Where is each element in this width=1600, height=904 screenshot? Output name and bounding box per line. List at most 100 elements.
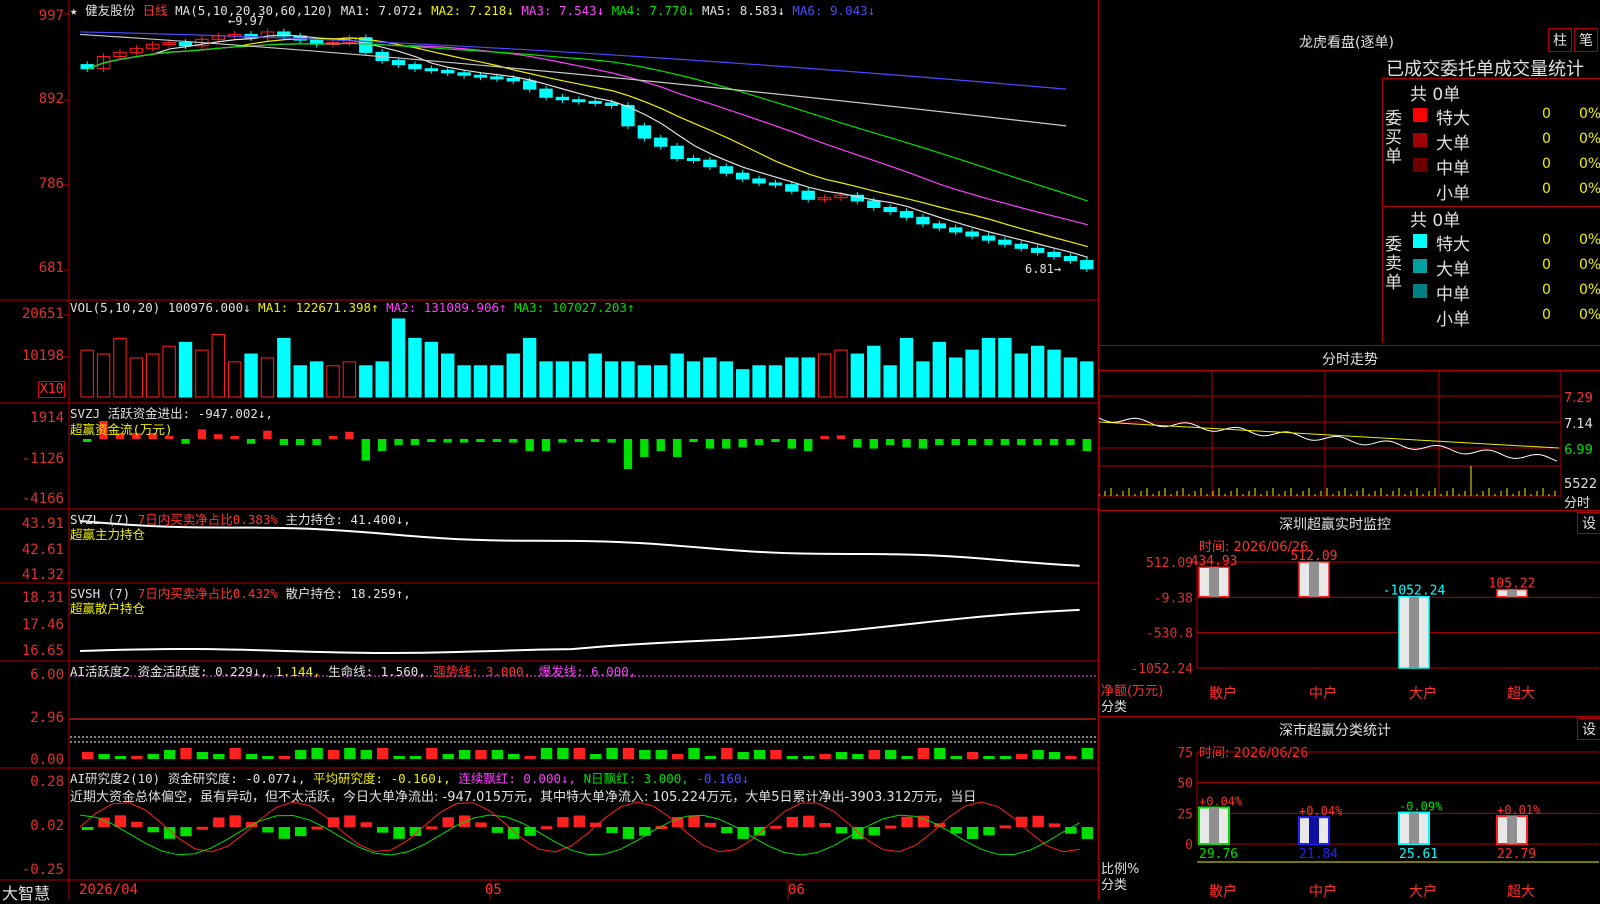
stat-bar-top: -0.09% bbox=[1399, 800, 1443, 814]
sell-color-swatch bbox=[1413, 309, 1427, 323]
svzj-bar bbox=[410, 439, 420, 445]
active-bar bbox=[360, 750, 372, 759]
candle bbox=[490, 76, 504, 80]
volume-bar bbox=[80, 349, 94, 398]
volume-bar bbox=[359, 365, 373, 398]
research-bar bbox=[753, 827, 766, 836]
ma3-label: MA3: 7.543↓ bbox=[521, 3, 605, 18]
ai-active-e: 爆发线: 6.000, bbox=[538, 664, 637, 679]
monitor-bar-label: 105.22 bbox=[1489, 577, 1536, 592]
candle bbox=[408, 64, 422, 70]
active-bar bbox=[1032, 750, 1044, 759]
volume-bar bbox=[195, 349, 209, 398]
sell-row-count: 0 bbox=[1542, 257, 1551, 273]
active-bar bbox=[131, 756, 143, 759]
volume-bar bbox=[768, 365, 783, 398]
volume-bar bbox=[686, 361, 701, 398]
svzj-bar bbox=[967, 439, 977, 445]
research-bar bbox=[606, 827, 618, 834]
research-bar bbox=[966, 827, 979, 839]
x-tick: 2026/04 bbox=[79, 882, 139, 898]
volume-bar bbox=[916, 361, 930, 398]
svzl-desc: 7日内买卖净占比0.383% bbox=[137, 512, 278, 527]
ma5-label: MA5: 8.583↓ bbox=[702, 3, 785, 18]
svzj-bar bbox=[427, 439, 436, 442]
volume-bar bbox=[621, 361, 635, 398]
vol-value: 100976.000↓ bbox=[167, 300, 251, 315]
volume-bar bbox=[113, 337, 127, 398]
volume-bar bbox=[867, 345, 881, 398]
svzj-bar bbox=[853, 439, 862, 448]
vol-unit-badge[interactable]: X10 bbox=[38, 381, 66, 398]
kline-area[interactable]: ★ 健友股份 日线 MA(5,10,20,30,60,120) MA1: 7.0… bbox=[0, 0, 1098, 903]
candle bbox=[506, 78, 520, 82]
active-bar bbox=[852, 754, 864, 759]
intraday-y: 分时 bbox=[1564, 496, 1591, 511]
research-bar bbox=[1081, 827, 1093, 839]
buy-color-swatch bbox=[1413, 133, 1427, 147]
research-bar bbox=[311, 826, 323, 830]
volume-bar bbox=[932, 341, 947, 398]
svzj-bar bbox=[443, 439, 452, 443]
volume-bar bbox=[670, 353, 684, 398]
research-bar bbox=[901, 816, 913, 827]
buy-row-percent: 0% bbox=[1579, 156, 1600, 172]
y-tick: 2.96 bbox=[30, 710, 64, 726]
period-label[interactable]: 日线 bbox=[143, 3, 168, 18]
volume-bar bbox=[96, 353, 111, 398]
volume-bar bbox=[572, 361, 586, 398]
svzj-bar bbox=[394, 439, 403, 445]
sell-row-name: 小单 bbox=[1436, 310, 1470, 330]
svzj-bar bbox=[591, 439, 600, 442]
volume-bar bbox=[981, 337, 996, 398]
active-bar bbox=[1081, 748, 1093, 759]
svzj-bar bbox=[885, 439, 895, 445]
volume-bar bbox=[883, 365, 897, 398]
svzj-bar bbox=[951, 439, 960, 445]
volume-bar bbox=[227, 361, 242, 398]
candle bbox=[703, 159, 717, 168]
ma-line bbox=[87, 42, 1088, 226]
research-bar bbox=[131, 821, 143, 827]
active-bar bbox=[868, 750, 880, 759]
monitor-chart[interactable]: 512.09-9.38-530.8-1052.24434.93 512.09-10… bbox=[1099, 510, 1600, 710]
research-bar bbox=[983, 827, 995, 836]
ma1-label: MA1: 7.072↓ bbox=[340, 3, 424, 18]
stat-chart[interactable]: 75 50 25 0 +0.04% 29.76 +0.04% 21.84 -0.09% 25.61… bbox=[1099, 716, 1600, 900]
research-bar bbox=[147, 827, 159, 833]
stat-bar-value: 21.84 bbox=[1299, 847, 1338, 862]
kline-chart[interactable] bbox=[0, 0, 1098, 900]
svzl-value: 主力持仓: 41.400↓, bbox=[285, 512, 411, 527]
research-bar bbox=[786, 816, 799, 827]
sell-row-count: 0 bbox=[1542, 282, 1551, 298]
intraday-chart[interactable] bbox=[1099, 370, 1600, 510]
volume-bar bbox=[211, 334, 225, 398]
tick-button[interactable]: 笔 bbox=[1574, 28, 1598, 52]
active-bar bbox=[999, 756, 1012, 759]
candle bbox=[473, 74, 488, 78]
volume-bar bbox=[506, 353, 520, 398]
stat-cls: 分类 bbox=[1101, 878, 1128, 893]
app-logo: 大智慧 bbox=[2, 884, 51, 903]
column-button[interactable]: 柱 bbox=[1548, 28, 1572, 52]
svzj-bar bbox=[918, 439, 928, 449]
research-bar bbox=[376, 827, 389, 833]
candle bbox=[867, 200, 881, 208]
ai-research-c: 连续飘红: 0.000↓, bbox=[458, 771, 577, 786]
svzj-bar bbox=[574, 439, 583, 442]
volume-bar bbox=[703, 357, 717, 398]
candle bbox=[981, 235, 996, 241]
research-bar bbox=[819, 822, 831, 827]
research-bar bbox=[524, 827, 536, 836]
active-bar bbox=[327, 750, 340, 759]
buy-color-swatch bbox=[1413, 108, 1427, 122]
volume-bar bbox=[244, 353, 258, 398]
y-tick: 892 bbox=[38, 91, 64, 107]
active-bar bbox=[98, 754, 110, 759]
volume-bar bbox=[719, 361, 733, 398]
volume-bar bbox=[326, 365, 340, 398]
active-bar bbox=[950, 756, 962, 759]
active-bar bbox=[983, 756, 995, 759]
research-bar bbox=[573, 815, 585, 827]
active-bar bbox=[426, 748, 438, 759]
